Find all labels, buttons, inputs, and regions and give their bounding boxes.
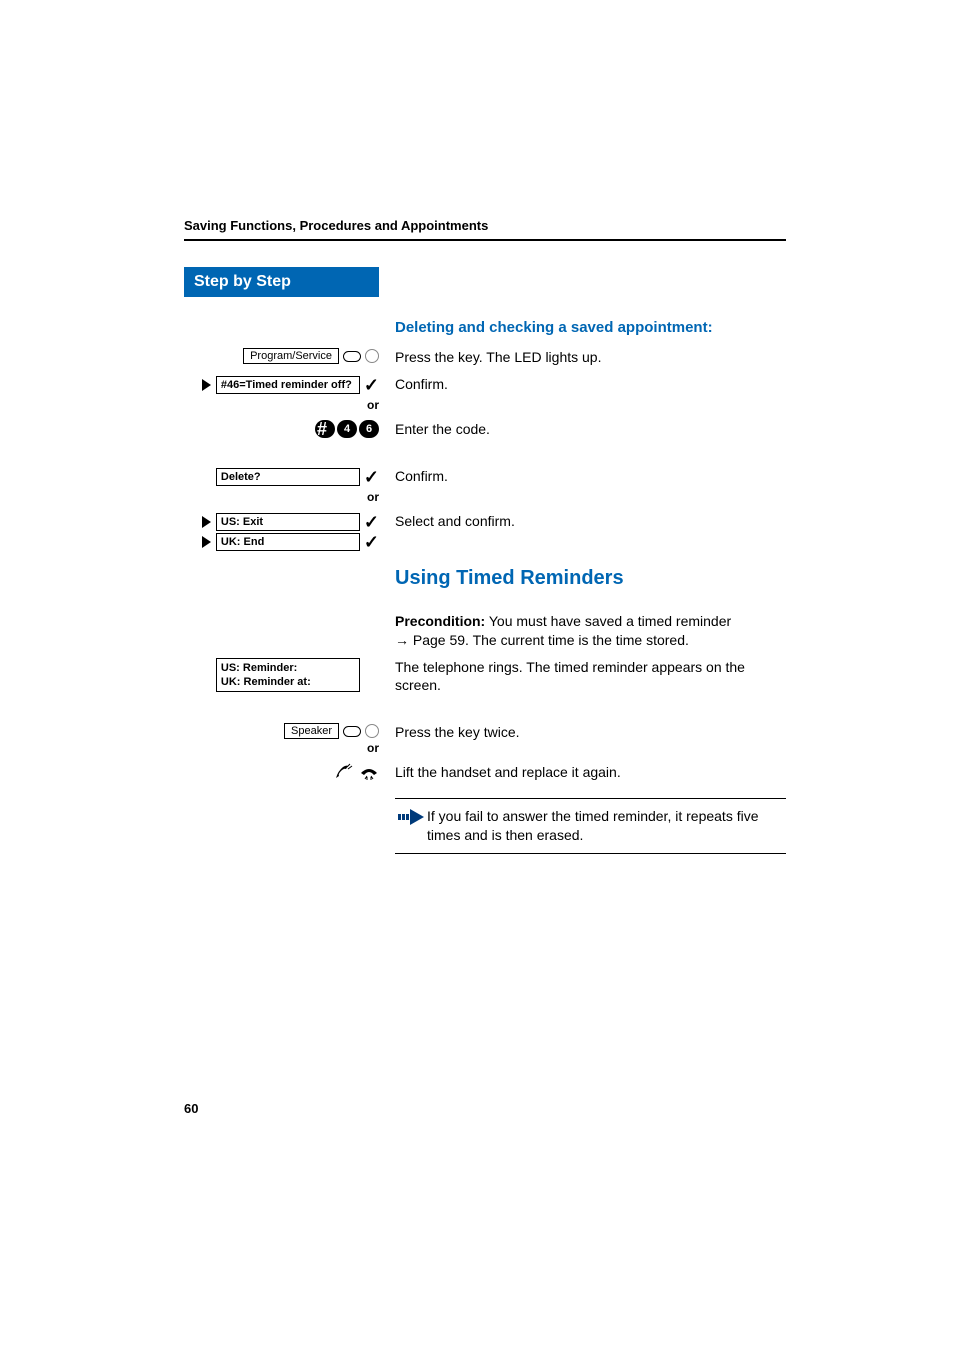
step-by-step-bar: Step by Step (184, 267, 379, 297)
key-led-icon (365, 724, 379, 738)
replace-handset-icon (359, 763, 379, 781)
confirm-text-2: Confirm. (379, 467, 786, 486)
confirm-text-1: Confirm. (379, 375, 786, 394)
precondition-ref: Page 59. The current time is the time st… (409, 632, 689, 648)
lift-handset-text: Lift the handset and replace it again. (379, 763, 786, 782)
display-reminder: US: Reminder: UK: Reminder at: (216, 658, 360, 693)
confirm-check-icon: ✓ (364, 512, 379, 533)
speaker-key-label: Speaker (284, 723, 339, 739)
display-timed-reminder-off: #46=Timed reminder off? (216, 376, 360, 394)
press-key-twice-text: Press the key twice. (379, 723, 786, 742)
lift-handset-icon (333, 763, 353, 781)
page-header-title: Saving Functions, Procedures and Appoint… (184, 218, 786, 233)
page-ref-arrow-icon: → (395, 632, 409, 648)
key-pill-icon (343, 351, 361, 362)
key-led-icon (365, 349, 379, 363)
dial-key-hash: # (315, 420, 335, 438)
confirm-check-icon: ✓ (364, 375, 379, 396)
hash-icon: # (315, 419, 335, 439)
display-us-reminder: US: Reminder: (221, 662, 297, 674)
program-service-key: Program/Service (243, 348, 379, 364)
select-and-confirm-text: Select and confirm. (379, 512, 786, 531)
note-arrow-icon (395, 807, 427, 845)
program-service-key-label: Program/Service (243, 348, 339, 364)
handset-icons-group (333, 763, 379, 781)
section-deleting-checking-heading: Deleting and checking a saved appointmen… (395, 319, 786, 336)
dial-key-4: 4 (337, 420, 357, 438)
svg-text:#: # (317, 419, 327, 439)
or-label-1: or (184, 398, 379, 412)
header-divider (184, 239, 786, 241)
scroll-right-icon (202, 516, 211, 528)
precondition-paragraph: Precondition: You must have saved a time… (379, 612, 786, 650)
confirm-check-icon: ✓ (364, 532, 379, 553)
page-number: 60 (184, 1101, 198, 1116)
display-delete: Delete? (216, 468, 360, 486)
precondition-label: Precondition: (395, 613, 485, 629)
speaker-key: Speaker (284, 723, 379, 739)
key-pill-icon (343, 726, 361, 737)
or-label-3: or (184, 741, 379, 755)
section-using-timed-reminders-heading: Using Timed Reminders (395, 567, 786, 590)
display-uk-reminder: UK: Reminder at: (221, 676, 311, 688)
precondition-text-1: You must have saved a timed reminder (485, 613, 731, 629)
display-us-exit: US: Exit (216, 513, 360, 531)
display-uk-end: UK: End (216, 533, 360, 551)
note-box: If you fail to answer the timed reminder… (395, 798, 786, 854)
confirm-check-icon: ✓ (364, 467, 379, 488)
telephone-rings-text: The telephone rings. The timed reminder … (379, 658, 786, 696)
scroll-right-icon (202, 536, 211, 548)
press-key-led-text: Press the key. The LED lights up. (379, 348, 786, 367)
dial-keys-group: # 4 6 (315, 420, 379, 438)
enter-code-text: Enter the code. (379, 420, 786, 439)
dial-key-6: 6 (359, 420, 379, 438)
scroll-right-icon (202, 379, 211, 391)
note-text: If you fail to answer the timed reminder… (427, 807, 786, 845)
or-label-2: or (184, 490, 379, 504)
